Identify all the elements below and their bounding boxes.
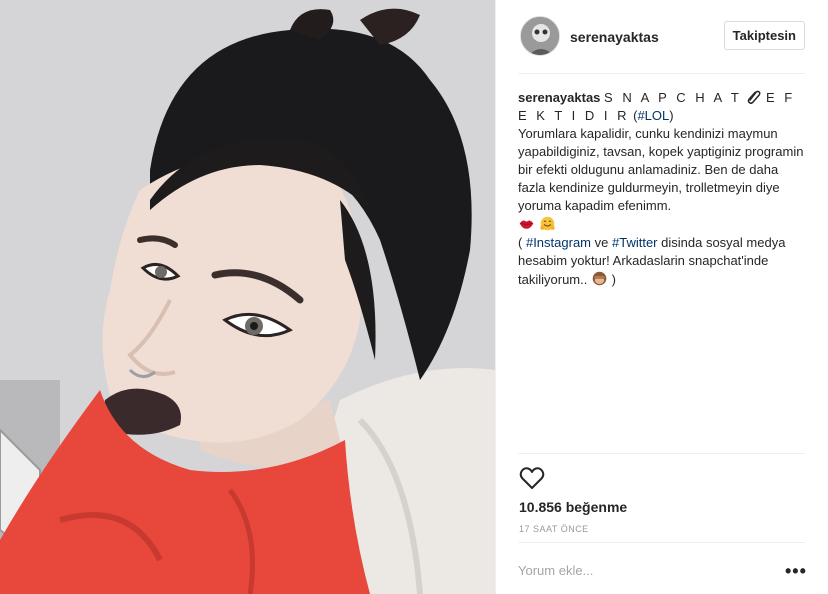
post-side-panel: serenayaktas Takiptesin serenayaktas S N… — [495, 0, 828, 594]
caption-paren-close: ) — [611, 272, 616, 287]
hashtag-twitter[interactable]: #Twitter — [612, 235, 658, 250]
selfie-illustration — [0, 0, 495, 594]
hashtag-instagram[interactable]: #Instagram — [526, 235, 591, 250]
heart-icon[interactable] — [519, 466, 545, 490]
paperclip-emoji-icon — [748, 90, 761, 105]
header-username[interactable]: serenayaktas — [570, 29, 659, 45]
lips-emoji-icon — [519, 220, 534, 229]
hugging-face-emoji-icon — [539, 216, 555, 231]
caption-body: Yorumlara kapalidir, cunku kendinizi may… — [518, 126, 804, 213]
more-options-button[interactable]: ••• — [785, 561, 807, 582]
caption-title: S N A P C H A T — [604, 90, 742, 105]
comment-input[interactable] — [518, 556, 768, 584]
caption-ve: ve — [594, 235, 609, 250]
post-photo — [0, 0, 495, 594]
post-header: serenayaktas Takiptesin — [518, 0, 805, 74]
post-timestamp[interactable]: 17 SAAT ÖNCE — [519, 524, 589, 534]
caption-paren-lol-close: ) — [669, 108, 674, 123]
avatar[interactable] — [520, 16, 560, 56]
likes-count[interactable]: 10.856 beğenme — [519, 499, 627, 515]
actions-divider — [518, 453, 805, 454]
hashtag-lol[interactable]: #LOL — [637, 108, 669, 123]
see-no-evil-monkey-emoji-icon — [592, 271, 607, 286]
caption-paren-open: ( — [518, 235, 523, 250]
avatar-image — [521, 17, 559, 55]
following-button[interactable]: Takiptesin — [723, 21, 805, 50]
post-caption: serenayaktas S N A P C H A T E F E K T I… — [518, 88, 808, 289]
comment-divider — [518, 542, 805, 543]
caption-username[interactable]: serenayaktas — [518, 90, 600, 105]
